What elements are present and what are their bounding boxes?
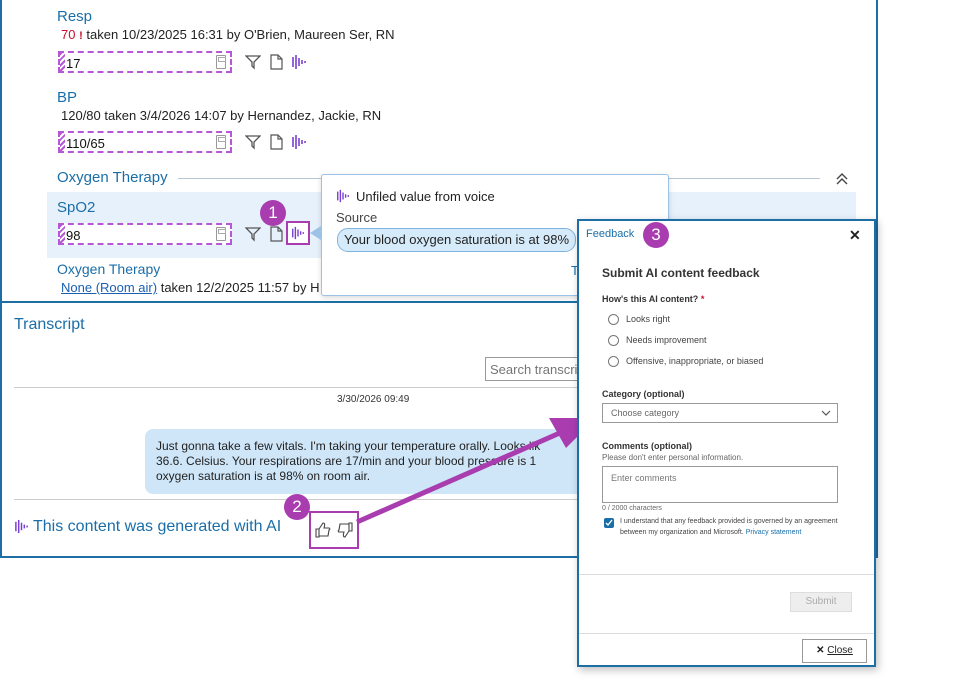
popup-pointer — [310, 226, 321, 240]
option-looks-right: Looks right — [626, 314, 671, 324]
feedback-dialog: Feedback ✕ Submit AI content feedback Ho… — [577, 219, 876, 667]
voice-wave-icon — [15, 519, 28, 534]
transcript-bubble: Just gonna take a few vitals. I'm taking… — [145, 429, 585, 494]
oxygen-previous: None (Room air) taken 12/2/2025 11:57 by… — [61, 280, 320, 295]
bp-label: BP — [57, 89, 78, 106]
comments-placeholder: Enter comments — [611, 473, 677, 483]
feedback-question: How's this AI content? * — [602, 294, 704, 304]
warning-icon: ! — [79, 30, 83, 42]
bubble-line-1: Just gonna take a few vitals. I'm taking… — [156, 439, 541, 453]
option-needs-improvement: Needs improvement — [626, 335, 707, 345]
oxygen-prev-value-link[interactable]: None (Room air) — [61, 280, 157, 295]
voice-wave-icon[interactable] — [291, 134, 307, 150]
feedback-title: Submit AI content feedback — [602, 266, 760, 280]
calculator-icon[interactable] — [216, 227, 226, 241]
privacy-link[interactable]: Privacy statement — [746, 529, 802, 536]
category-placeholder: Choose category — [611, 408, 680, 418]
callout-2: 2 — [284, 494, 310, 520]
bp-taken-text: taken 3/4/2026 14:07 by Hernandez, Jacki… — [104, 108, 382, 123]
spo2-label: SpO2 — [57, 199, 96, 216]
oxygen-row-label: Oxygen Therapy — [57, 261, 161, 277]
category-label: Category (optional) — [602, 389, 685, 399]
resp-input[interactable] — [66, 55, 206, 71]
bp-input[interactable] — [66, 135, 206, 151]
feedback-buttons-highlight — [309, 511, 359, 549]
comments-hint: Please don't enter personal information. — [602, 453, 744, 462]
radio-offensive[interactable] — [608, 356, 619, 367]
transcript-title: Transcript — [14, 316, 85, 333]
callout-3: 3 — [643, 222, 669, 248]
transcript-search-input[interactable] — [485, 357, 585, 381]
oxygen-taken-text: taken 12/2/2025 11:57 by H — [160, 280, 320, 295]
required-mark: * — [700, 294, 705, 304]
consent-text-2: between my organization and Microsoft. — [620, 529, 744, 536]
spo2-input[interactable] — [66, 227, 206, 243]
bp-previous: 120/80 taken 3/4/2026 14:07 by Hernandez… — [61, 108, 381, 123]
option-offensive: Offensive, inappropriate, or biased — [626, 356, 764, 366]
calculator-icon[interactable] — [216, 135, 226, 149]
thumbs-down-icon[interactable] — [337, 522, 353, 538]
dropdown-chevron-icon — [821, 410, 831, 416]
comments-label: Comments (optional) — [602, 441, 692, 451]
resp-taken-text: taken 10/23/2025 16:31 by O'Brien, Maure… — [86, 27, 395, 42]
popup-title: Unfiled value from voice — [356, 189, 495, 204]
ai-notice: This content was generated with AI — [33, 518, 282, 535]
feedback-header-link[interactable]: Feedback — [586, 228, 634, 240]
question-text: How's this AI content? — [602, 294, 699, 304]
voice-wave-icon[interactable] — [291, 226, 305, 240]
bp-prev-value: 120/80 — [61, 108, 101, 123]
transcript-timestamp: 3/30/2026 09:49 — [337, 394, 410, 405]
filter-icon[interactable] — [245, 226, 261, 242]
document-icon[interactable] — [268, 134, 284, 150]
resp-input-field[interactable] — [58, 51, 232, 73]
popup-source-text: Your blood oxygen saturation is at 98% — [337, 228, 577, 252]
footer-divider — [579, 633, 874, 634]
resp-previous: 70 ! taken 10/23/2025 16:31 by O'Brien, … — [61, 27, 395, 42]
chevron-up-icon[interactable] — [834, 170, 850, 186]
close-button[interactable]: ✕ Close — [802, 639, 867, 663]
calculator-icon[interactable] — [216, 55, 226, 69]
dialog-divider — [579, 574, 874, 575]
filter-icon[interactable] — [245, 134, 261, 150]
close-label: Close — [827, 645, 853, 656]
consent-line-2: between my organization and Microsoft. P… — [620, 529, 801, 536]
close-x-icon: ✕ — [816, 645, 825, 656]
bubble-line-2: 36.6. Celsius. Your respirations are 17/… — [156, 454, 537, 468]
oxygen-section-title: Oxygen Therapy — [57, 169, 168, 186]
radio-looks-right[interactable] — [608, 314, 619, 325]
checkbox-icon[interactable] — [604, 518, 614, 528]
spo2-input-field[interactable] — [58, 223, 232, 245]
close-icon[interactable]: ✕ — [849, 227, 861, 244]
resp-label: Resp — [57, 8, 93, 25]
voice-wave-icon — [337, 189, 349, 203]
popup-source-label: Source — [336, 210, 378, 225]
voice-wave-icon[interactable] — [291, 54, 307, 70]
transcript-separator — [14, 387, 584, 388]
submit-button[interactable]: Submit — [790, 592, 852, 612]
filter-icon[interactable] — [245, 54, 261, 70]
voice-icon-highlight[interactable] — [286, 221, 310, 245]
document-icon[interactable] — [268, 226, 284, 242]
bp-input-field[interactable] — [58, 131, 232, 153]
thumbs-up-icon[interactable] — [315, 522, 331, 538]
bubble-line-3: oxygen saturation is at 98% on room air. — [156, 469, 371, 483]
radio-needs-improvement[interactable] — [608, 335, 619, 346]
comments-textarea[interactable]: Enter comments — [602, 466, 838, 503]
category-select[interactable]: Choose category — [602, 403, 838, 423]
callout-1: 1 — [260, 200, 286, 226]
resp-prev-value: 70 — [61, 27, 76, 42]
document-icon[interactable] — [268, 54, 284, 70]
char-count: 0 / 2000 characters — [602, 505, 662, 512]
consent-line-1: I understand that any feedback provided … — [620, 518, 838, 525]
